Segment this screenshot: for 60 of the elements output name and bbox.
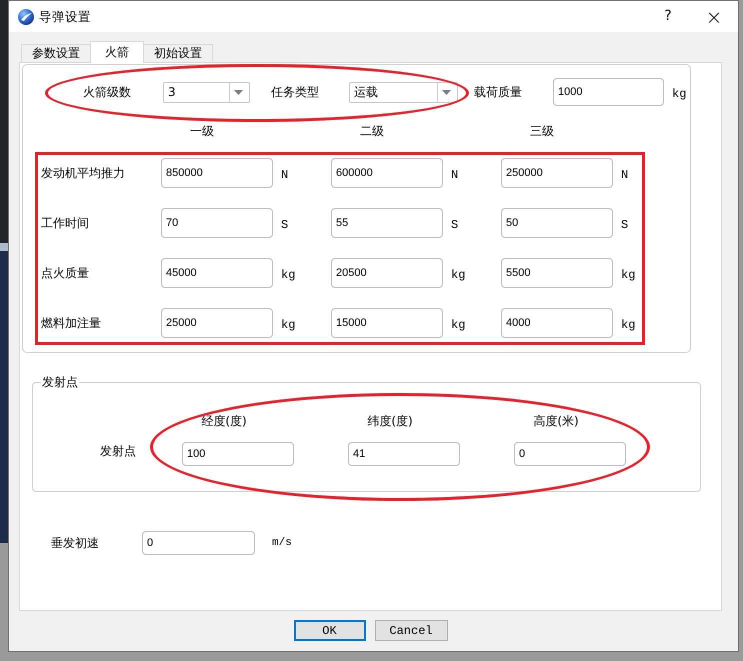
field-label: 垂发初速 — [51, 536, 100, 550]
unit-label: N — [620, 166, 630, 182]
number-field[interactable]: 15000 — [331, 308, 443, 338]
close-button[interactable]: × — [691, 1, 737, 32]
number-field[interactable]: 55 — [331, 208, 443, 238]
column-header: 经度(度) — [200, 414, 248, 429]
tab[interactable]: 火箭 — [90, 41, 144, 63]
row-label: 点火质量 — [41, 266, 90, 280]
number-field[interactable]: 250000 — [501, 158, 613, 188]
number-field[interactable]: 850000 — [161, 158, 273, 188]
number-field[interactable]: 25000 — [161, 308, 273, 338]
number-field[interactable]: 0 — [142, 531, 255, 555]
field-label: 任务类型 — [271, 84, 320, 100]
unit-label: kg — [280, 316, 296, 332]
column-header: 高度(米) — [532, 414, 580, 429]
unit-label: kg — [620, 266, 636, 282]
unit-label: N — [450, 166, 460, 182]
unit-label: kg — [450, 316, 466, 332]
unit-label: N — [280, 166, 290, 182]
unit-label: S — [450, 216, 460, 232]
text-field[interactable]: 1000 — [553, 78, 664, 106]
column-header: 二级 — [359, 124, 385, 138]
unit-label: S — [620, 216, 630, 232]
window-title: 导弹设置 — [39, 9, 91, 24]
unit-label: m/s — [272, 537, 292, 549]
unit-label: S — [280, 216, 290, 232]
number-field[interactable]: 70 — [161, 208, 273, 238]
help-button[interactable]: ? — [645, 1, 691, 32]
unit-label: kg — [280, 266, 296, 282]
number-field[interactable]: 100 — [182, 442, 294, 466]
unit-label: kg — [620, 316, 636, 332]
sphere-icon — [18, 8, 34, 24]
field-label: 载荷质量 — [474, 84, 523, 100]
unit-label: kg — [672, 86, 686, 100]
number-field[interactable]: 0 — [514, 442, 626, 466]
number-field[interactable]: 20500 — [331, 258, 443, 288]
tab[interactable]: 参数设置 — [21, 44, 91, 62]
field-label: 火箭级数 — [83, 84, 132, 100]
column-header: 三级 — [529, 124, 555, 138]
dropdown[interactable]: 3 — [163, 82, 250, 102]
tab[interactable]: 初始设置 — [143, 44, 213, 62]
dropdown[interactable]: 运载 — [349, 82, 458, 102]
row-label: 燃料加注量 — [41, 316, 102, 330]
caret-icon — [234, 90, 243, 94]
ok-button[interactable]: OK — [294, 620, 366, 641]
number-field[interactable]: 4000 — [501, 308, 613, 338]
number-field[interactable]: 41 — [348, 442, 460, 466]
number-field[interactable]: 5500 — [501, 258, 613, 288]
group-title: 发射点 — [41, 375, 79, 390]
cancel-button[interactable]: Cancel — [374, 620, 448, 641]
row-label: 工作时间 — [41, 216, 90, 230]
row-label: 发射点 — [100, 444, 137, 460]
unit-label: kg — [450, 266, 466, 282]
caret-icon — [442, 90, 451, 94]
number-field[interactable]: 600000 — [331, 158, 443, 188]
number-field[interactable]: 45000 — [161, 258, 273, 288]
column-header: 一级 — [189, 124, 215, 138]
number-field[interactable]: 50 — [501, 208, 613, 238]
row-label: 发动机平均推力 — [41, 166, 126, 180]
column-header: 纬度(度) — [366, 414, 414, 429]
